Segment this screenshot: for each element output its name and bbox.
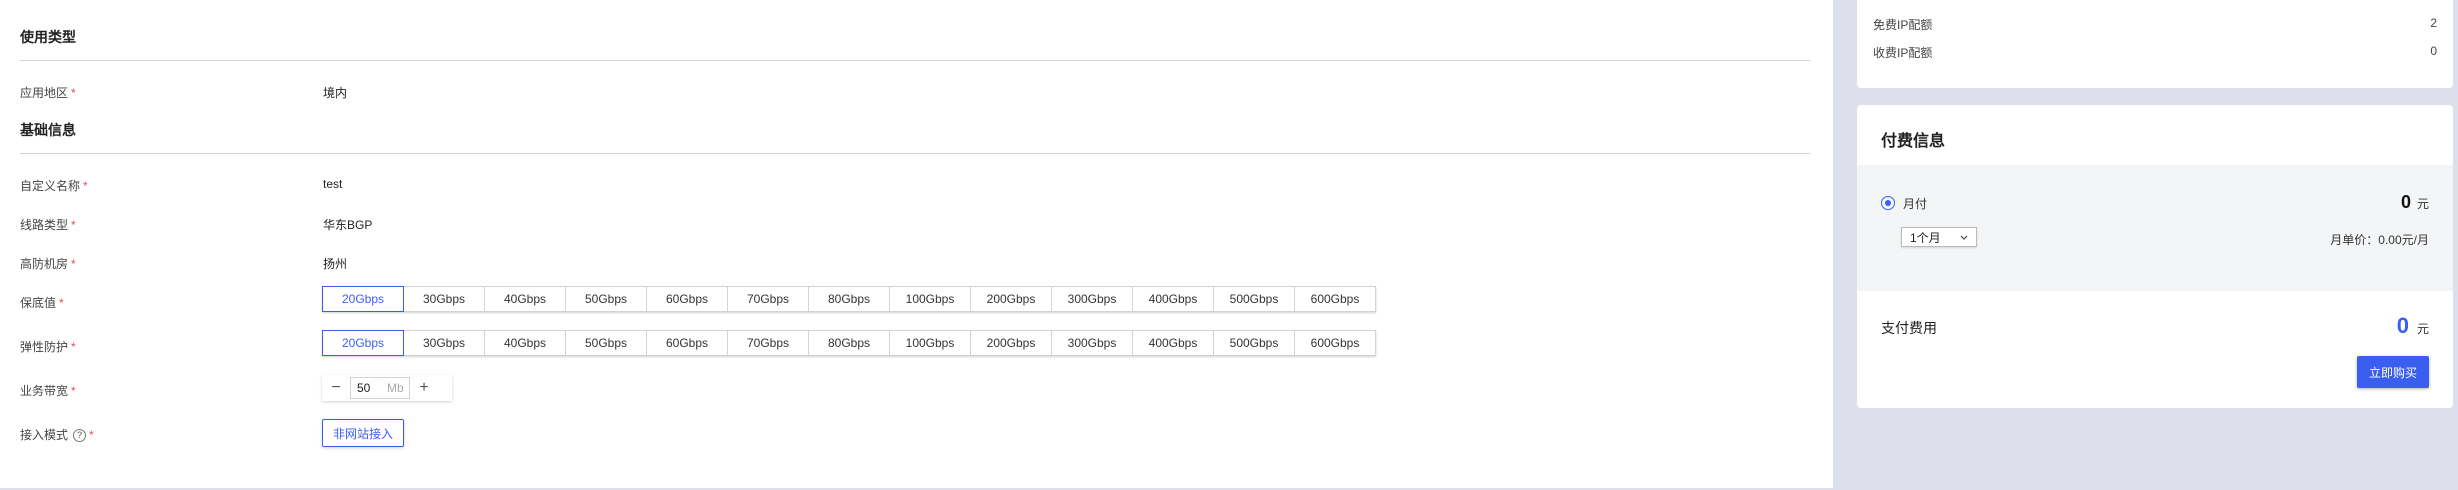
total-price: 0元 — [2397, 313, 2429, 339]
radio-dot — [1885, 200, 1891, 206]
guarantee-option-70gbps[interactable]: 70Gbps — [727, 286, 809, 312]
increment-button[interactable]: + — [410, 379, 438, 397]
duration-select[interactable]: 1个月 — [1901, 227, 1977, 247]
paid-quota-label: 收费IP配额 — [1873, 46, 1933, 60]
elastic-option-400gbps[interactable]: 400Gbps — [1132, 330, 1214, 356]
fee-label: 支付费用 — [1881, 320, 1937, 336]
payment-card: 付费信息 月付 0元 1个月 月单价：0.00元/月 支付费用 0元 立即购买 — [1857, 105, 2453, 408]
section-title-usage: 使用类型 — [20, 29, 76, 45]
name-value: test — [323, 177, 343, 191]
guarantee-option-20gbps[interactable]: 20Gbps — [322, 286, 404, 312]
elastic-label: 弹性防护 * — [20, 340, 76, 354]
required-mark: * — [71, 384, 76, 398]
guarantee-option-40gbps[interactable]: 40Gbps — [484, 286, 566, 312]
required-mark: * — [59, 296, 64, 310]
guarantee-option-400gbps[interactable]: 400Gbps — [1132, 286, 1214, 312]
help-icon[interactable]: ? — [73, 429, 87, 443]
paid-quota-value: 0 — [2430, 44, 2437, 58]
duration-selected: 1个月 — [1910, 230, 1941, 245]
order-form: 使用类型 应用地区 * 境内 基础信息 自定义名称 * test 线路类型 * 华东B… — [0, 0, 1833, 488]
chevron-down-icon — [1960, 230, 1968, 244]
room-value: 扬州 — [323, 257, 348, 271]
bandwidth-unit: Mb — [387, 381, 404, 395]
elastic-option-500gbps[interactable]: 500Gbps — [1213, 330, 1295, 356]
elastic-option-300gbps[interactable]: 300Gbps — [1051, 330, 1133, 356]
guarantee-option-80gbps[interactable]: 80Gbps — [808, 286, 890, 312]
guarantee-label: 保底值 * — [20, 296, 64, 310]
free-quota-value: 2 — [2430, 16, 2437, 30]
currency-label: 元 — [2416, 322, 2429, 336]
guarantee-option-300gbps[interactable]: 300Gbps — [1051, 286, 1133, 312]
elastic-option-80gbps[interactable]: 80Gbps — [808, 330, 890, 356]
required-mark: * — [71, 86, 76, 100]
mode-label: 接入模式? * — [20, 428, 94, 443]
guarantee-option-200gbps[interactable]: 200Gbps — [970, 286, 1052, 312]
currency-label: 元 — [2416, 197, 2429, 211]
elastic-option-40gbps[interactable]: 40Gbps — [484, 330, 566, 356]
monthly-price-value: 0 — [2400, 192, 2411, 212]
guarantee-option-500gbps[interactable]: 500Gbps — [1213, 286, 1295, 312]
divider — [20, 153, 1810, 154]
elastic-option-100gbps[interactable]: 100Gbps — [889, 330, 971, 356]
elastic-option-200gbps[interactable]: 200Gbps — [970, 330, 1052, 356]
line-label: 线路类型 * — [20, 218, 76, 232]
monthly-label[interactable]: 月付 — [1903, 195, 1927, 212]
quota-card: 免费IP配额 2 收费IP配额 0 — [1857, 0, 2453, 88]
guarantee-option-50gbps[interactable]: 50Gbps — [565, 286, 647, 312]
guarantee-option-30gbps[interactable]: 30Gbps — [403, 286, 485, 312]
required-mark: * — [89, 428, 94, 442]
region-label: 应用地区 * — [20, 86, 76, 100]
guarantee-option-60gbps[interactable]: 60Gbps — [646, 286, 728, 312]
elastic-option-50gbps[interactable]: 50Gbps — [565, 330, 647, 356]
guarantee-option-100gbps[interactable]: 100Gbps — [889, 286, 971, 312]
name-label: 自定义名称 * — [20, 179, 88, 193]
elastic-options: 20Gbps 30Gbps 40Gbps 50Gbps 60Gbps 70Gbps 80Gb… — [322, 330, 1376, 356]
room-label: 高防机房 * — [20, 257, 76, 271]
payment-title: 付费信息 — [1881, 133, 1946, 150]
buy-now-button[interactable]: 立即购买 — [2357, 356, 2429, 388]
guarantee-option-600gbps[interactable]: 600Gbps — [1294, 286, 1376, 312]
required-mark: * — [71, 257, 76, 271]
section-title-basic: 基础信息 — [20, 122, 76, 138]
access-mode-button[interactable]: 非网站接入 — [322, 419, 404, 447]
required-mark: * — [71, 218, 76, 232]
free-quota-label: 免费IP配额 — [1873, 18, 1933, 32]
total-value: 0 — [2396, 313, 2409, 338]
elastic-option-70gbps[interactable]: 70Gbps — [727, 330, 809, 356]
unit-price: 月单价：0.00元/月 — [2330, 233, 2429, 247]
billing-options: 月付 0元 1个月 月单价：0.00元/月 — [1857, 165, 2453, 291]
divider — [20, 60, 1810, 61]
decrement-button[interactable]: − — [322, 379, 350, 397]
bandwidth-label: 业务带宽 * — [20, 384, 76, 398]
elastic-option-60gbps[interactable]: 60Gbps — [646, 330, 728, 356]
monthly-radio[interactable] — [1881, 196, 1895, 210]
required-mark: * — [83, 179, 88, 193]
region-value: 境内 — [323, 86, 348, 100]
elastic-option-20gbps[interactable]: 20Gbps — [322, 330, 404, 356]
bandwidth-input[interactable]: 50 Mb — [350, 377, 410, 399]
elastic-option-600gbps[interactable]: 600Gbps — [1294, 330, 1376, 356]
elastic-option-30gbps[interactable]: 30Gbps — [403, 330, 485, 356]
guarantee-options: 20Gbps 30Gbps 40Gbps 50Gbps 60Gbps 70Gbps 80Gb… — [322, 286, 1376, 312]
bandwidth-value: 50 — [357, 381, 371, 395]
line-value: 华东BGP — [323, 218, 373, 232]
monthly-price: 0元 — [2401, 192, 2429, 213]
required-mark: * — [71, 340, 76, 354]
bandwidth-stepper: − 50 Mb + — [322, 375, 452, 401]
